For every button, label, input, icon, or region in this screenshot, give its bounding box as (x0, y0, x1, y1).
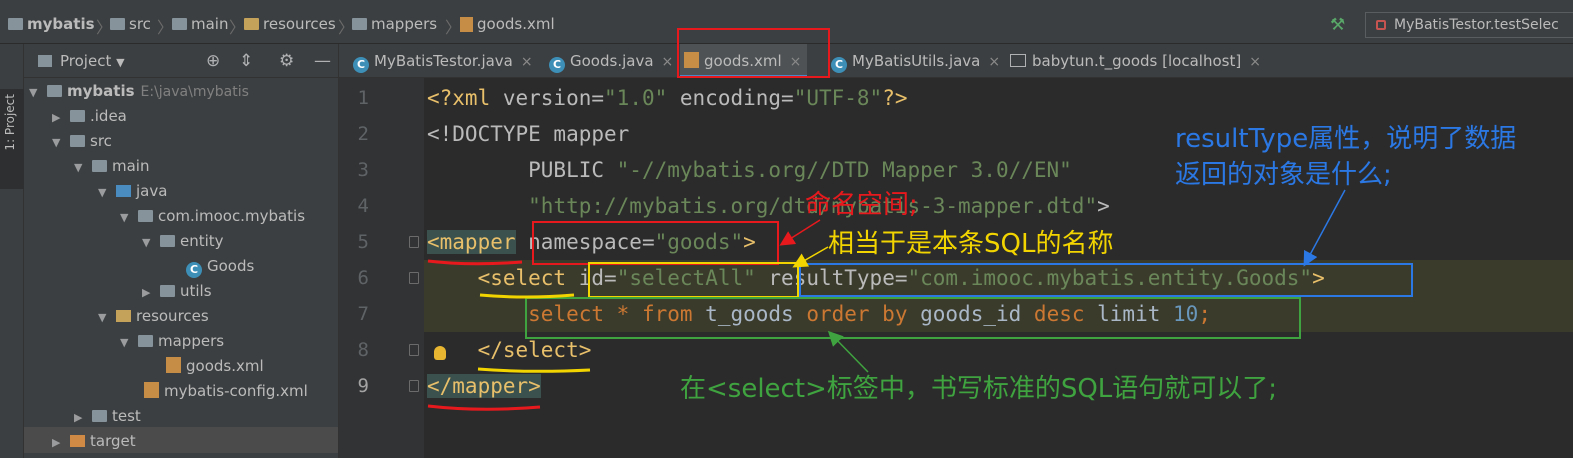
mapper-close-red-underline (427, 404, 541, 411)
select-close-yellow-underline (477, 367, 591, 373)
resulttype-arrow (1303, 189, 1346, 267)
select-yellow-underline (479, 293, 575, 299)
sql-arrow (827, 330, 869, 373)
annotation-overlay (427, 189, 1346, 411)
namespace-arrow (779, 219, 821, 246)
mapper-red-underline (427, 259, 523, 266)
sql-name-arrow (792, 246, 829, 268)
